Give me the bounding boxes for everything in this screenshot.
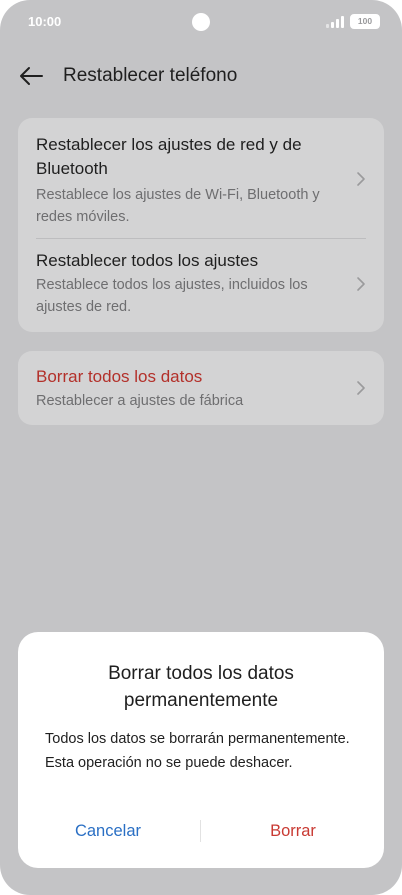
dialog-title: Borrar todos los datos permanentemente [108,663,294,711]
status-icons: 100 [326,14,380,29]
page-title: Restablecer teléfono [63,65,238,86]
erase-data-card: Borrar todos los datos Restablecer a aju… [18,351,384,425]
erase-all-data-subtitle: Restablecer a ajustes de fábrica [36,393,244,409]
erase-confirmation-dialog: Borrar todos los datos permanentemente T… [18,632,384,868]
erase-button[interactable]: Borrar [213,816,373,846]
signal-icon [326,15,344,28]
reset-options-card: Restablecer los ajustes de red y de Blue… [18,118,384,332]
battery-icon: 100 [350,14,380,29]
phone-screen: 10:00 100 Restablecer teléfono Restablec… [0,0,402,895]
chevron-right-icon [357,381,365,395]
back-arrow-icon[interactable] [18,64,44,88]
cancel-button[interactable]: Cancelar [28,816,188,846]
erase-all-data-item[interactable]: Borrar todos los datos Restablecer a aju… [18,351,384,425]
button-separator [200,820,201,842]
front-camera [192,13,210,31]
dialog-message: Todos los datos se borrarán permanenteme… [45,731,350,771]
chevron-right-icon [357,277,365,291]
all-settings-reset-title: Restablecer todos los ajustes [36,251,259,270]
status-bar: 10:00 100 [0,0,402,44]
all-settings-reset-subtitle: Restablece todos los ajustes, incluidos … [36,277,308,315]
all-settings-reset-item[interactable]: Restablecer todos los ajustes Restablece… [18,118,384,332]
status-time: 10:00 [28,14,62,29]
app-header: Restablecer teléfono [0,58,402,94]
erase-all-data-title: Borrar todos los datos [36,367,203,386]
